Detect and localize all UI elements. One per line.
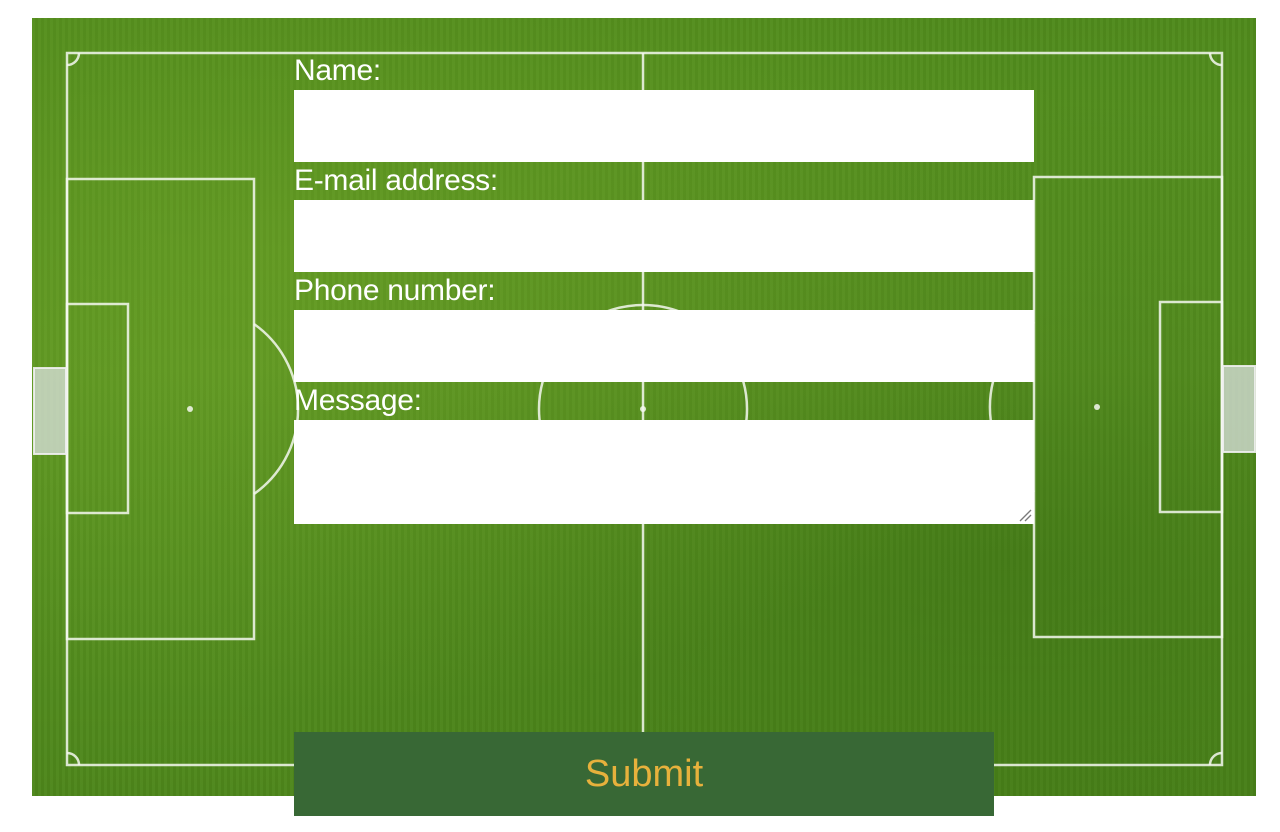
phone-input[interactable] [294, 310, 1034, 382]
right-goal [1222, 365, 1256, 453]
left-goal [33, 367, 67, 455]
contact-form: Name: E-mail address: Phone number: Mess… [294, 52, 1034, 524]
corner-arc-top-right [1208, 52, 1223, 67]
right-goal-area [1158, 300, 1224, 514]
phone-label: Phone number: [294, 274, 496, 307]
message-field [294, 420, 1034, 524]
message-input[interactable] [294, 420, 1034, 524]
message-label: Message: [294, 384, 422, 417]
page: Name: E-mail address: Phone number: Mess… [0, 0, 1280, 832]
name-input[interactable] [294, 90, 1034, 162]
left-penalty-spot [187, 406, 193, 412]
corner-arc-bottom-left [66, 751, 81, 766]
resize-handle-icon[interactable] [1018, 508, 1032, 522]
submit-button[interactable]: Submit [294, 732, 994, 816]
left-penalty-arc [253, 322, 300, 496]
email-label: E-mail address: [294, 164, 498, 197]
corner-arc-top-left [66, 52, 81, 67]
corner-arc-bottom-right [1208, 751, 1223, 766]
left-penalty-area [65, 177, 256, 641]
email-input[interactable] [294, 200, 1034, 272]
name-label: Name: [294, 54, 381, 87]
right-penalty-area [1032, 175, 1224, 639]
right-penalty-spot [1094, 404, 1100, 410]
left-goal-area [65, 302, 130, 515]
